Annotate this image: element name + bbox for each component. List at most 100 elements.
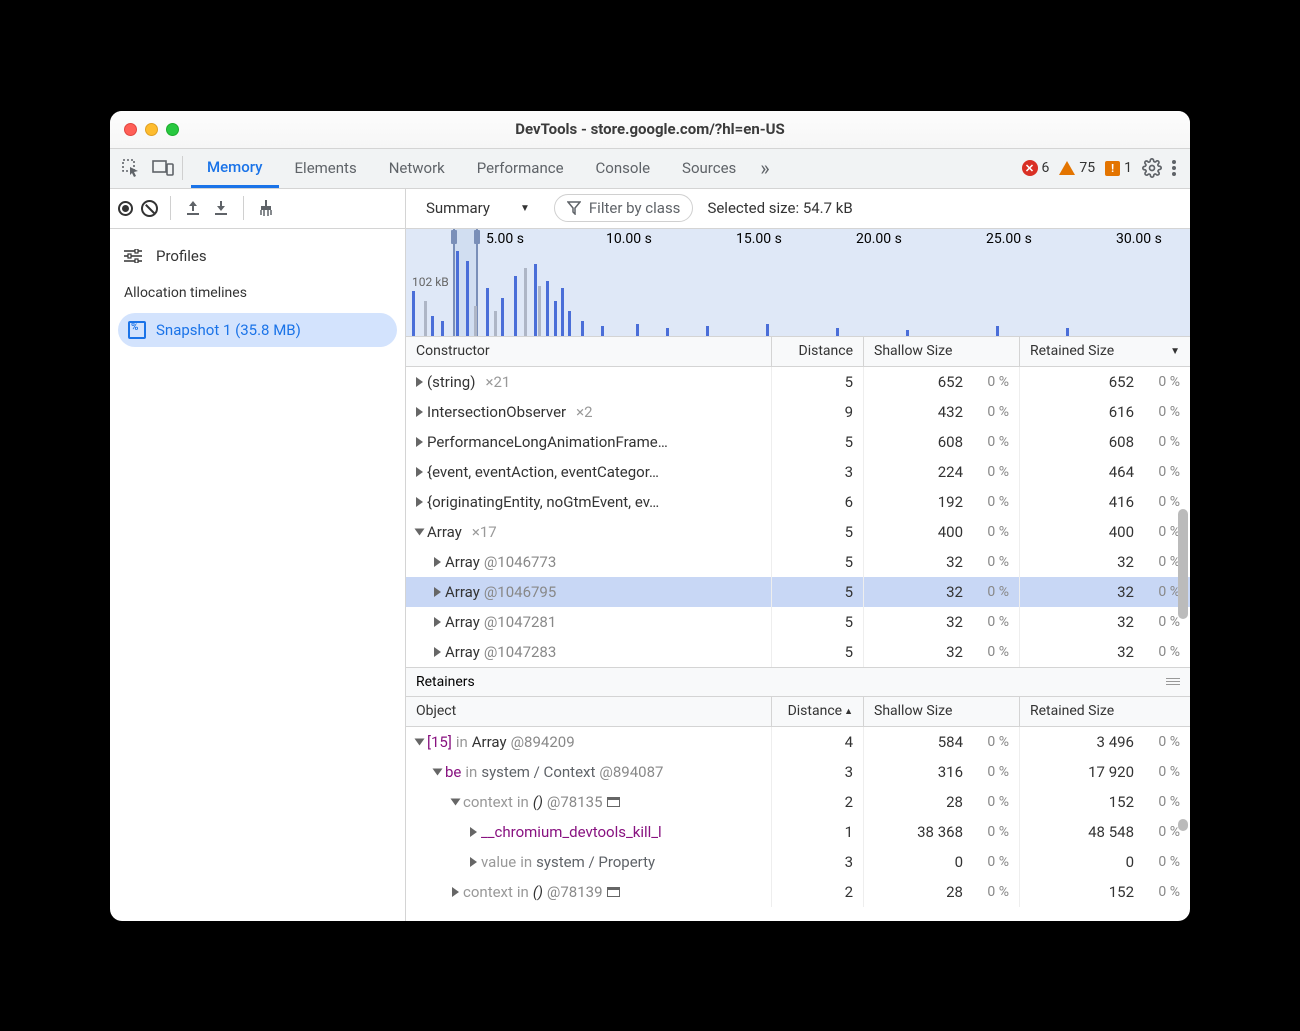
disclosure-triangle-icon[interactable] [470,857,477,867]
tab-console[interactable]: Console [580,148,667,188]
table-row[interactable]: Array @10467955320 %320 % [406,577,1190,607]
disclosure-triangle-icon[interactable] [470,827,477,837]
column-constructor[interactable]: Constructor [406,337,772,366]
main-panel: Summary ▼ Filter by class Selected size:… [406,189,1190,921]
separator [243,196,244,220]
retainers-header-row: Object Distance▲ Shallow Size Retained S… [406,697,1190,727]
warning-count[interactable]: 75 [1059,160,1095,176]
allocation-timeline[interactable]: 5.00 s 10.00 s 15.00 s 20.00 s 25.00 s 3… [406,229,1190,337]
selection-handle-left[interactable] [451,230,457,244]
disclosure-triangle-icon[interactable] [451,798,461,805]
issue-count[interactable]: !1 [1105,160,1132,176]
disclosure-triangle-icon[interactable] [452,887,459,897]
constructor-rows: (string)×2156520 %6520 %IntersectionObse… [406,367,1190,667]
settings-icon[interactable] [1142,158,1162,178]
table-row[interactable]: Array @10472815320 %320 % [406,607,1190,637]
table-row[interactable]: context in () @78135 2280 %1520 % [406,787,1190,817]
selected-size-label: Selected size: 54.7 kB [707,199,852,217]
table-row[interactable]: value in system / Property300 %00 % [406,847,1190,877]
timeline-tick: 30.00 s [1116,231,1162,247]
profiles-heading: Profiles [110,241,405,271]
table-row[interactable]: context in () @78139 2280 %1520 % [406,877,1190,907]
profiles-label: Profiles [156,247,207,265]
window-title: DevTools - store.google.com/?hl=en-US [110,120,1190,138]
timeline-tick: 5.00 s [486,231,524,247]
table-row[interactable]: (string)×2156520 %6520 % [406,367,1190,397]
table-row[interactable]: Array @10467735320 %320 % [406,547,1190,577]
filter-input[interactable]: Filter by class [554,194,694,222]
snapshot-icon [128,321,146,339]
separator [170,196,171,220]
column-distance[interactable]: Distance [772,337,864,366]
window-icon [607,797,620,807]
tab-elements[interactable]: Elements [279,148,373,188]
constructor-header-row: Constructor Distance Shallow Size Retain… [406,337,1190,367]
table-row[interactable]: Array @10472835320 %320 % [406,637,1190,667]
column-r-distance[interactable]: Distance▲ [772,697,864,726]
disclosure-triangle-icon[interactable] [416,377,423,387]
retainers-header: Retainers [406,667,1190,697]
window-icon [607,887,620,897]
selection-handle-right[interactable] [474,230,480,244]
clear-button[interactable] [141,200,158,217]
error-count[interactable]: ✕6 [1022,160,1050,176]
disclosure-triangle-icon[interactable] [434,557,441,567]
column-r-shallow[interactable]: Shallow Size [864,697,1020,726]
devtools-window: DevTools - store.google.com/?hl=en-US Me… [110,111,1190,921]
disclosure-triangle-icon[interactable] [434,647,441,657]
main-tabs: Memory Elements Network Performance Cons… [110,149,1190,189]
table-row[interactable]: [15] in Array @89420945840 %3 4960 % [406,727,1190,757]
scrollbar-thumb[interactable] [1178,819,1188,831]
disclosure-triangle-icon[interactable] [415,738,425,745]
disclosure-triangle-icon[interactable] [416,467,423,477]
tab-sources[interactable]: Sources [666,148,752,188]
column-retained[interactable]: Retained Size▼ [1020,337,1190,366]
table-row[interactable]: be in system / Context @89408733160 %17 … [406,757,1190,787]
table-row[interactable]: IntersectionObserver×294320 %6160 % [406,397,1190,427]
disclosure-triangle-icon[interactable] [434,587,441,597]
summary-toolbar: Summary ▼ Filter by class Selected size:… [406,189,1190,229]
timeline-tick: 15.00 s [736,231,782,247]
table-row[interactable]: Array×1754000 %4000 % [406,517,1190,547]
disclosure-triangle-icon[interactable] [433,768,443,775]
record-button[interactable] [118,201,133,216]
tab-network[interactable]: Network [373,148,461,188]
snapshot-label: Snapshot 1 (35.8 MB) [156,321,301,339]
tab-performance[interactable]: Performance [461,148,580,188]
sidebar-toolbar [110,189,405,229]
collect-garbage-icon[interactable] [256,198,276,218]
filter-placeholder: Filter by class [589,199,681,217]
tab-memory[interactable]: Memory [191,148,279,188]
timeline-tick: 25.00 s [986,231,1032,247]
scrollbar-thumb[interactable] [1178,509,1188,619]
column-r-retained[interactable]: Retained Size [1020,697,1190,726]
allocation-timelines-label: Allocation timelines [110,271,405,307]
snapshot-item[interactable]: Snapshot 1 (35.8 MB) [118,313,397,347]
disclosure-triangle-icon[interactable] [416,497,423,507]
more-menu-icon[interactable] [1172,160,1176,176]
view-dropdown[interactable]: Summary ▼ [416,195,540,221]
retainer-rows: [15] in Array @89420945840 %3 4960 %be i… [406,727,1190,921]
save-profile-icon[interactable] [211,198,231,218]
disclosure-triangle-icon[interactable] [434,617,441,627]
sliders-icon [124,249,142,263]
table-row[interactable]: {originatingEntity, noGtmEvent, ev…61920… [406,487,1190,517]
load-profile-icon[interactable] [183,198,203,218]
retainers-menu-icon[interactable] [1166,678,1180,685]
disclosure-triangle-icon[interactable] [416,407,423,417]
column-shallow[interactable]: Shallow Size [864,337,1020,366]
timeline-tick: 10.00 s [606,231,652,247]
table-row[interactable]: PerformanceLongAnimationFrame…56080 %608… [406,427,1190,457]
filter-icon [567,201,581,215]
table-row[interactable]: {event, eventAction, eventCategor…32240 … [406,457,1190,487]
tab-overflow[interactable]: » [752,148,777,188]
device-toolbar-icon[interactable] [152,157,174,179]
column-object[interactable]: Object [406,697,772,726]
disclosure-triangle-icon[interactable] [415,528,425,535]
disclosure-triangle-icon[interactable] [416,437,423,447]
timeline-bars [406,246,1190,336]
inspect-element-icon[interactable] [120,157,142,179]
table-row[interactable]: __chromium_devtools_kill_l138 3680 %48 5… [406,817,1190,847]
titlebar: DevTools - store.google.com/?hl=en-US [110,111,1190,149]
sidebar: Profiles Allocation timelines Snapshot 1… [110,189,406,921]
